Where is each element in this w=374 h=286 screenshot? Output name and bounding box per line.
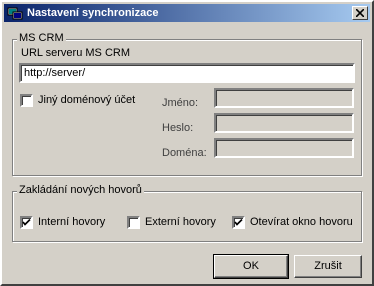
external-calls-label[interactable]: Externí hovory [145, 216, 216, 229]
domain-label: Doména: [162, 147, 207, 159]
sync-settings-icon [7, 7, 23, 20]
checkmark-icon [22, 218, 31, 226]
other-domain-label[interactable]: Jiný doménový účet [38, 94, 135, 107]
internal-calls-label[interactable]: Interní hovory [38, 216, 105, 229]
name-input[interactable] [214, 88, 354, 108]
new-calls-group-label: Zakládání nových hovorů [17, 184, 144, 197]
password-label: Heslo: [162, 122, 194, 134]
password-input[interactable] [214, 113, 354, 133]
checkmark-icon [234, 218, 243, 226]
ms-crm-group-label: MS CRM [17, 32, 66, 45]
domain-input[interactable] [214, 138, 354, 158]
url-value: http://server/ [24, 67, 86, 79]
name-label: Jméno: [162, 97, 199, 109]
open-call-window-label[interactable]: Otevírat okno hovoru [250, 216, 353, 229]
cancel-button[interactable]: Zrušit [294, 255, 362, 278]
external-calls-checkbox[interactable] [127, 216, 140, 229]
dialog-window: Nastavení synchronizace MS CRM URL serve… [0, 0, 374, 286]
other-domain-checkbox[interactable] [20, 94, 33, 107]
window-title: Nastavení synchronizace [27, 7, 159, 19]
internal-calls-checkbox[interactable] [20, 216, 33, 229]
url-input[interactable]: http://server/ [19, 63, 355, 83]
close-button[interactable] [352, 6, 368, 20]
ok-button[interactable]: OK [213, 254, 289, 279]
url-label: URL serveru MS CRM [21, 47, 130, 59]
close-icon [356, 9, 364, 17]
open-call-window-checkbox[interactable] [232, 216, 245, 229]
title-bar[interactable]: Nastavení synchronizace [4, 4, 370, 22]
